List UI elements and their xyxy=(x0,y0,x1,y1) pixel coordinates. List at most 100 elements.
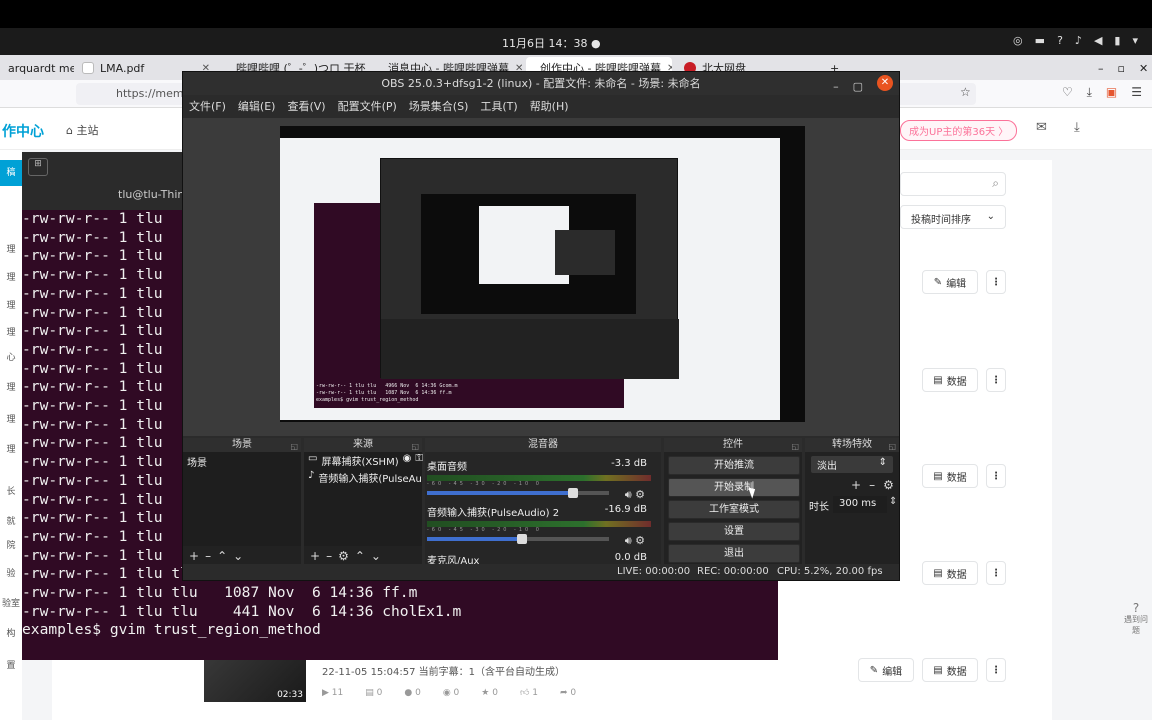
sidebar-item[interactable]: 心 xyxy=(0,350,22,363)
exit-button[interactable]: 退出 xyxy=(668,544,800,563)
edit-button[interactable]: ✎ 编辑 xyxy=(922,270,978,294)
slider-handle[interactable] xyxy=(516,534,527,544)
minimize-icon[interactable]: – xyxy=(1098,62,1104,75)
help-float-button[interactable]: ? 遇到问题 xyxy=(1122,602,1150,636)
more-button[interactable]: ⋮ xyxy=(986,658,1006,682)
gear-icon[interactable]: ⚙ xyxy=(635,534,645,547)
menu-item[interactable]: 场景集合(S) xyxy=(409,98,469,114)
undock-icon[interactable]: ◱ xyxy=(791,440,799,454)
sort-select[interactable]: 投稿时间排序 ⌄ xyxy=(900,205,1006,229)
settings-button[interactable]: 设置 xyxy=(668,522,800,541)
down-icon[interactable]: ⌄ xyxy=(233,549,243,563)
obs-preview-area[interactable]: -rw-rw-r-- 1 tlu tlu 4966 Nov 6 14:36 Gc… xyxy=(183,118,899,436)
gear-icon[interactable]: ⚙ xyxy=(635,488,645,501)
speaker-icon[interactable]: 🔊︎ xyxy=(625,534,632,547)
close-icon[interactable]: ✕ xyxy=(1139,62,1148,75)
system-tray[interactable]: ◎ ▬ ? ♪ ◀ ▮ ▾ xyxy=(1013,34,1138,47)
slider-handle[interactable] xyxy=(567,488,578,498)
remove-icon[interactable]: – xyxy=(205,549,211,563)
keyboard-icon[interactable]: ▬ xyxy=(1035,34,1045,47)
download-icon[interactable]: ⤓ xyxy=(1087,85,1092,100)
sidebar-item[interactable]: 置 xyxy=(0,658,22,671)
edit-button[interactable]: ✎ 编辑 xyxy=(858,658,914,682)
remove-icon[interactable]: – xyxy=(869,478,875,492)
source-item[interactable]: ♪ 音频输入捕获(PulseAu xyxy=(304,469,422,486)
new-tab-icon[interactable]: ⊞ xyxy=(28,158,48,176)
sidebar-item[interactable]: 理 xyxy=(0,412,22,425)
more-button[interactable]: ⋮ xyxy=(986,368,1006,392)
data-button[interactable]: ▤ 数据 xyxy=(922,561,978,585)
gear-icon[interactable]: ⚙ xyxy=(883,478,894,492)
data-button[interactable]: ▤ 数据 xyxy=(922,368,978,392)
studio-mode-button[interactable]: 工作室模式 xyxy=(668,500,800,519)
menu-item[interactable]: 文件(F) xyxy=(189,98,226,114)
data-button[interactable]: ▤ 数据 xyxy=(922,658,978,682)
sidebar-item[interactable]: 院 xyxy=(0,538,22,551)
obs-tray-icon[interactable]: ◎ xyxy=(1013,34,1023,47)
undock-icon[interactable]: ◱ xyxy=(888,440,896,454)
pocket-icon[interactable]: ♡ xyxy=(1062,85,1073,100)
sidebar-item[interactable]: 构 xyxy=(0,626,22,639)
sidebar-item[interactable]: 验 xyxy=(0,566,22,579)
sidebar-item[interactable]: 就 xyxy=(0,514,22,527)
sidebar-item[interactable]: 理 xyxy=(0,270,22,283)
browser-tab[interactable]: arquardt me xyxy=(0,57,74,79)
menu-item[interactable]: 编辑(E) xyxy=(238,98,276,114)
up-icon[interactable]: ⌃ xyxy=(217,549,227,563)
sidebar-item[interactable]: 理 xyxy=(0,298,22,311)
transition-select[interactable]: 淡出 ⇕ xyxy=(811,456,893,473)
volume-slider[interactable] xyxy=(427,488,609,498)
remove-icon[interactable]: – xyxy=(326,549,332,563)
extension-icon[interactable]: ▣ xyxy=(1106,85,1117,100)
upload-icon[interactable]: ⤓ xyxy=(1074,120,1080,135)
mic-icon[interactable]: ♪ xyxy=(1075,34,1082,47)
system-clock[interactable]: 11月6日 14：38 ● xyxy=(502,35,601,51)
eye-icon[interactable]: ◉ xyxy=(403,453,412,468)
sources-list[interactable]: ▭ 屏幕捕获(XSHM) ◉ ⚿ ♪ 音频输入捕获(PulseAu xyxy=(304,452,423,546)
up-icon[interactable]: ⌃ xyxy=(355,549,365,563)
duration-input[interactable]: 300 ms xyxy=(833,496,887,513)
lock-icon[interactable]: ⚿ xyxy=(415,453,423,468)
battery-icon[interactable]: ▮ xyxy=(1114,34,1120,47)
help-icon[interactable]: ? xyxy=(1057,34,1063,47)
volume-icon[interactable]: ◀ xyxy=(1094,34,1102,47)
days-badge[interactable]: 成为UP主的第36天 〉 xyxy=(900,120,1018,141)
search-input[interactable]: ⌕ xyxy=(900,172,1006,196)
sidebar-item[interactable]: 理 xyxy=(0,442,22,455)
more-button[interactable]: ⋮ xyxy=(986,464,1006,488)
menu-item[interactable]: 查看(V) xyxy=(287,98,325,114)
source-item[interactable]: ▭ 屏幕捕获(XSHM) ◉ ⚿ xyxy=(304,452,423,469)
start-streaming-button[interactable]: 开始推流 xyxy=(668,456,800,475)
menu-item[interactable]: 配置文件(P) xyxy=(338,98,397,114)
home-link[interactable]: ⌂ 主站 xyxy=(66,122,98,138)
restore-icon[interactable]: ▫ xyxy=(1118,62,1125,75)
sidebar-item[interactable]: 稿 xyxy=(0,160,22,186)
gear-icon[interactable]: ⚙ xyxy=(338,549,349,563)
data-button[interactable]: ▤ 数据 xyxy=(922,464,978,488)
sidebar-item[interactable]: 理 xyxy=(0,242,22,255)
sidebar-item[interactable]: 验室 xyxy=(0,596,22,609)
spin-icon[interactable]: ⇕ xyxy=(889,496,897,507)
sidebar-item[interactable]: 理 xyxy=(0,380,22,393)
more-button[interactable]: ⋮ xyxy=(986,561,1006,585)
menu-item[interactable]: 帮助(H) xyxy=(530,98,569,114)
close-icon[interactable]: ✕ xyxy=(877,75,893,91)
scene-item[interactable]: 场景 xyxy=(183,452,301,471)
volume-slider[interactable] xyxy=(427,534,609,544)
menu-icon[interactable]: ☰ xyxy=(1131,85,1142,100)
mail-icon[interactable]: ✉ xyxy=(1036,120,1047,135)
sidebar-item[interactable]: 长 xyxy=(0,484,22,497)
add-icon[interactable]: + xyxy=(310,549,320,563)
dropdown-icon[interactable]: ▾ xyxy=(1132,34,1138,47)
add-icon[interactable]: + xyxy=(189,549,199,563)
add-icon[interactable]: + xyxy=(851,478,861,492)
menu-item[interactable]: 工具(T) xyxy=(480,98,517,114)
obs-titlebar[interactable]: OBS 25.0.3+dfsg1-2 (linux) - 配置文件: 未命名 -… xyxy=(183,72,899,95)
bookmark-star-icon[interactable]: ☆ xyxy=(960,85,971,99)
sidebar-item[interactable]: 理 xyxy=(0,325,22,338)
scenes-list[interactable]: 场景 xyxy=(183,452,301,546)
start-recording-button[interactable]: 开始录制 xyxy=(668,478,800,497)
down-icon[interactable]: ⌄ xyxy=(371,549,381,563)
speaker-icon[interactable]: 🔊︎ xyxy=(625,488,632,501)
more-button[interactable]: ⋮ xyxy=(986,270,1006,294)
